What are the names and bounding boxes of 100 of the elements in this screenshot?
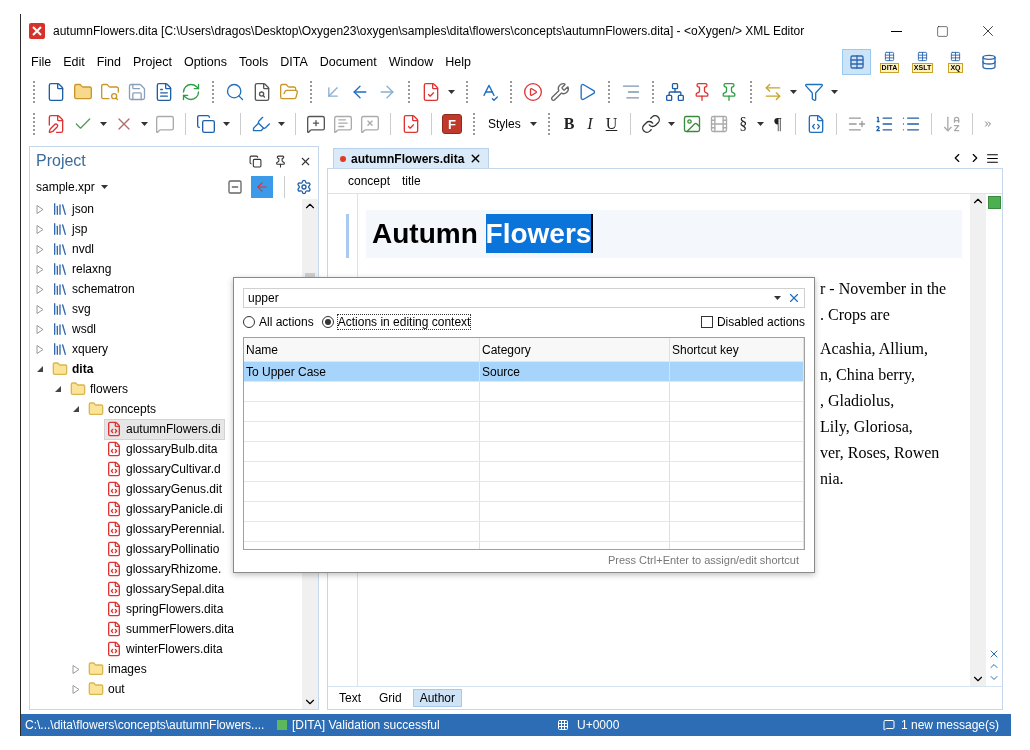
tree-item[interactable]: relaxng xyxy=(50,258,116,280)
file-check-icon[interactable] xyxy=(421,82,441,102)
refresh-icon[interactable] xyxy=(181,82,201,102)
tree-toggle-icon[interactable] xyxy=(36,324,44,334)
tree-toggle-icon[interactable] xyxy=(36,344,44,354)
column-header[interactable]: Shortcut key xyxy=(670,338,804,361)
perspective-button[interactable] xyxy=(842,49,871,75)
search-field[interactable]: upper xyxy=(243,288,805,308)
styles-dropdown[interactable]: Styles xyxy=(486,117,523,131)
tree-item[interactable]: svg xyxy=(50,298,95,320)
tree-item[interactable]: dita xyxy=(50,358,98,380)
tree-item[interactable]: glossaryBulb.dita xyxy=(104,438,222,460)
numbered-list-icon[interactable] xyxy=(873,114,894,134)
menu-item[interactable]: Options xyxy=(177,53,234,71)
tree-item[interactable]: glossaryPerennial. xyxy=(104,518,229,540)
caret-icon[interactable] xyxy=(668,122,676,126)
menu-item[interactable]: Project xyxy=(127,53,178,71)
settings-icon[interactable] xyxy=(296,179,312,195)
radio-option[interactable]: Actions in editing context xyxy=(321,315,471,329)
search-icon[interactable] xyxy=(225,82,245,102)
menu-item[interactable]: Find xyxy=(90,53,128,71)
breadcrumb-item[interactable]: title xyxy=(402,174,421,188)
menu-item[interactable]: Window xyxy=(382,53,440,71)
file-pen-icon[interactable] xyxy=(46,114,66,134)
bold-button[interactable]: B xyxy=(560,115,578,133)
clear-icon[interactable] xyxy=(787,291,801,305)
messages-count[interactable]: 1 new message(s) xyxy=(900,718,1007,732)
tree-item[interactable]: glossaryCultivar.d xyxy=(104,458,225,480)
caret-icon[interactable] xyxy=(100,185,108,189)
checkbox-option[interactable]: Disabled actions xyxy=(700,315,805,329)
tree-toggle-icon[interactable] xyxy=(36,244,44,254)
copy-icon[interactable] xyxy=(196,114,216,134)
underline-button[interactable]: U xyxy=(602,115,621,133)
menu-item[interactable]: Document xyxy=(313,53,383,71)
tree-item[interactable]: json xyxy=(50,199,98,220)
menu-item[interactable]: DITA xyxy=(274,53,314,71)
tree-item[interactable]: concepts xyxy=(86,398,161,420)
link-icon[interactable] xyxy=(641,114,662,134)
highlighter-icon[interactable] xyxy=(251,114,271,134)
breadcrumb-item[interactable]: concept xyxy=(348,174,391,188)
document-icon[interactable] xyxy=(154,82,174,102)
tree-item[interactable]: schematron xyxy=(50,278,139,300)
comment-plus-icon[interactable] xyxy=(306,114,326,134)
tree-item[interactable]: glossarySepal.dita xyxy=(104,578,229,600)
tree-item[interactable]: glossaryRhizome. xyxy=(104,558,226,580)
caret-icon[interactable] xyxy=(790,90,797,94)
caret-icon[interactable] xyxy=(448,90,455,94)
tree-item[interactable]: winterFlowers.dita xyxy=(104,638,227,660)
menu-item[interactable]: Help xyxy=(439,53,477,71)
column-header[interactable]: Name xyxy=(244,338,480,361)
tree-item[interactable]: summerFlowers.dita xyxy=(104,618,239,640)
tree-toggle-icon[interactable] xyxy=(36,284,44,294)
menu-item[interactable]: Edit xyxy=(57,53,91,71)
caret-icon[interactable] xyxy=(141,122,148,126)
caret-icon[interactable] xyxy=(757,122,765,126)
image-icon[interactable] xyxy=(682,114,703,134)
tree-item[interactable]: images xyxy=(86,658,151,680)
folder-open-icon[interactable] xyxy=(279,82,299,102)
document-tab[interactable]: autumnFlowers.dita xyxy=(333,148,490,168)
project-file-dropdown[interactable]: sample.xpr xyxy=(36,180,108,194)
caret-icon[interactable] xyxy=(278,122,285,126)
save-icon[interactable] xyxy=(127,82,147,102)
radio-option[interactable]: All actions xyxy=(243,315,314,329)
mode-tab[interactable]: Author xyxy=(412,689,463,707)
tree-toggle-icon[interactable] xyxy=(72,404,80,414)
caret-icon[interactable] xyxy=(223,122,230,126)
tree-item[interactable]: nvdl xyxy=(50,238,98,260)
caret-icon[interactable] xyxy=(774,296,781,300)
caret-icon[interactable] xyxy=(100,122,107,126)
pin-icon[interactable] xyxy=(274,154,287,168)
caret-icon[interactable] xyxy=(529,122,537,126)
tree-toggle-icon[interactable] xyxy=(36,264,44,274)
play-icon[interactable] xyxy=(523,82,543,102)
tree-toggle-icon[interactable] xyxy=(72,664,80,674)
restore-icon[interactable] xyxy=(249,154,262,168)
folder-search-icon[interactable] xyxy=(100,82,120,102)
tree-toggle-icon[interactable] xyxy=(36,364,44,374)
framemaker-button[interactable]: F xyxy=(442,114,462,134)
tree-item[interactable]: out xyxy=(86,678,129,700)
file-icon[interactable] xyxy=(46,82,66,102)
tree-toggle-icon[interactable] xyxy=(54,384,62,394)
filter-icon[interactable] xyxy=(804,82,824,102)
tree-item[interactable]: wsdl xyxy=(50,318,100,340)
table-cell[interactable]: Source xyxy=(480,362,670,381)
network-icon[interactable] xyxy=(665,82,685,102)
tree-item[interactable]: xquery xyxy=(50,338,113,360)
tree-toggle-icon[interactable] xyxy=(72,684,80,694)
tree-item[interactable]: jsp xyxy=(50,218,92,240)
tree-item[interactable]: glossaryPollinatio xyxy=(104,538,224,560)
message-icon[interactable] xyxy=(882,719,895,731)
caret-icon[interactable] xyxy=(831,90,838,94)
file-check-icon[interactable] xyxy=(401,114,421,134)
mode-tab[interactable]: Grid xyxy=(372,689,409,707)
table-cell[interactable]: To Upper Case xyxy=(244,362,480,381)
paragraph-button[interactable]: ¶ xyxy=(771,115,785,133)
collapse-icon[interactable] xyxy=(227,179,243,195)
italic-button[interactable]: I xyxy=(584,115,596,133)
mode-tab[interactable]: Text xyxy=(332,689,368,707)
tree-item[interactable]: flowers xyxy=(68,378,132,400)
menu-item[interactable]: Tools xyxy=(233,53,275,71)
